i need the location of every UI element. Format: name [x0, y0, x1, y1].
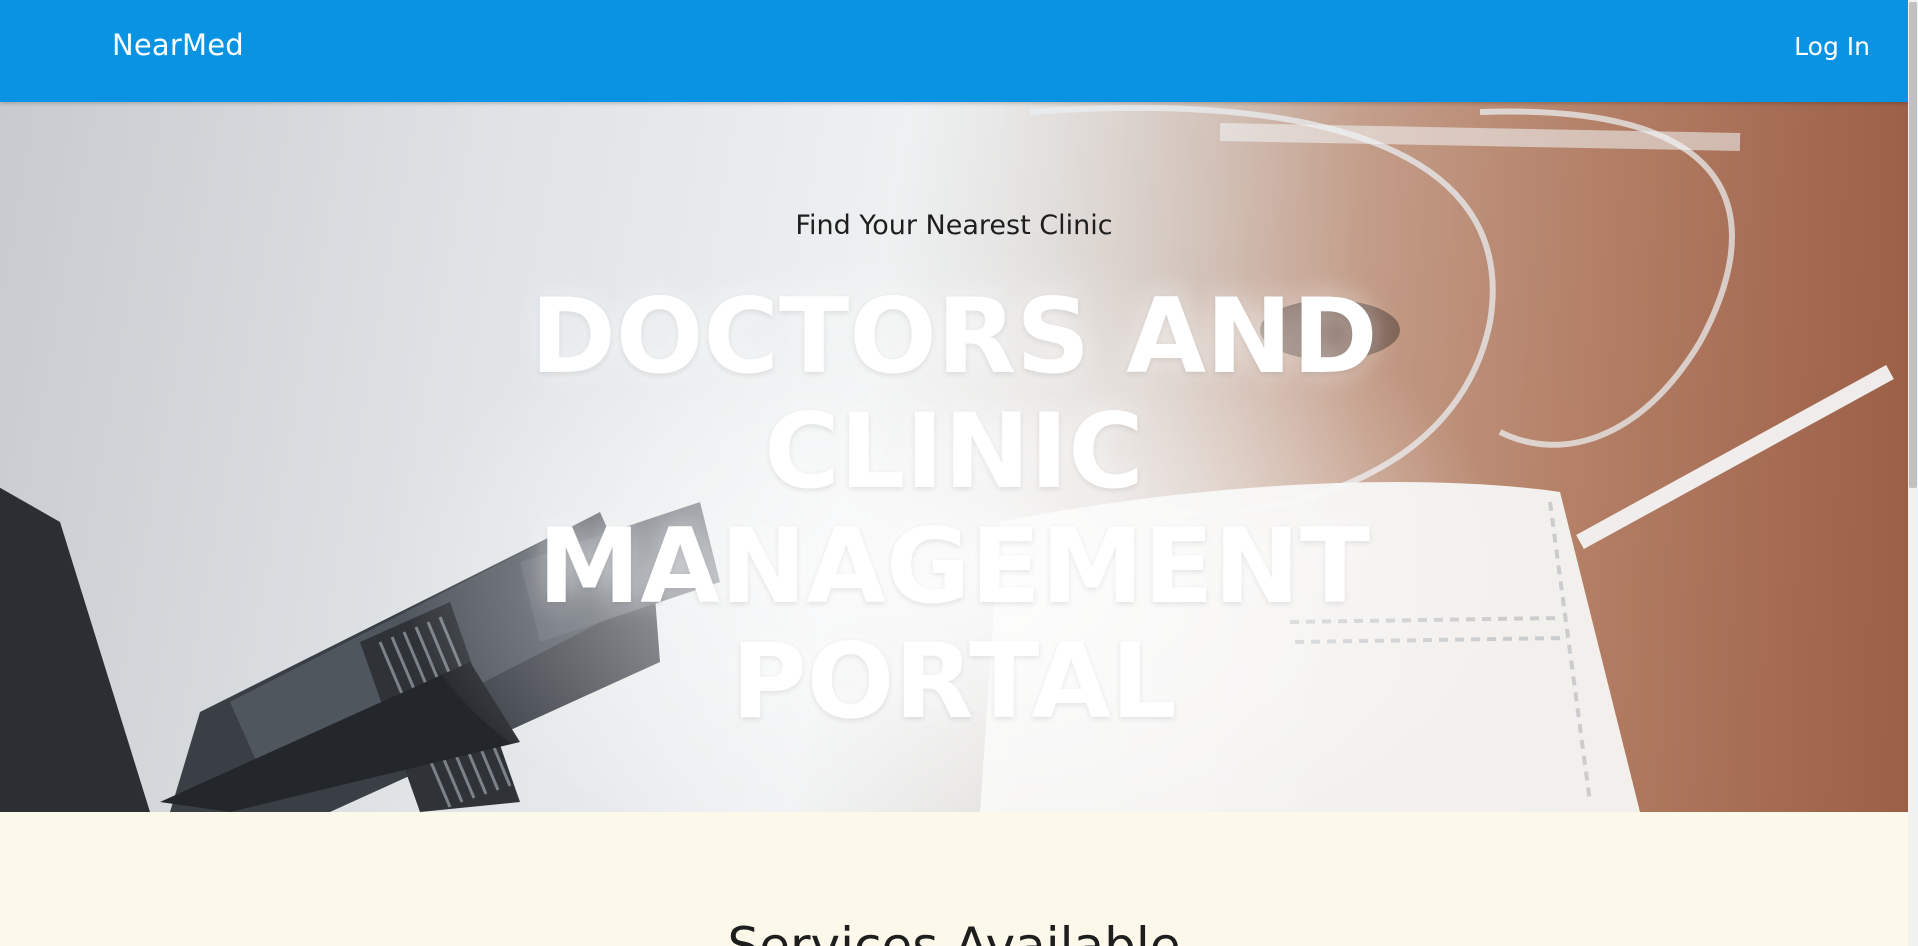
hero-content: Find Your Nearest Clinic DOCTORS AND CLI… [0, 102, 1908, 812]
services-section: Services Available [0, 812, 1908, 946]
hero-title: DOCTORS AND CLINIC MANAGEMENT PORTAL [530, 277, 1378, 742]
vertical-scrollbar[interactable] [1908, 0, 1918, 946]
brand-logo[interactable]: NearMed [112, 28, 244, 62]
scrollbar-thumb[interactable] [1909, 2, 1917, 488]
hero-banner: Find Your Nearest Clinic DOCTORS AND CLI… [0, 102, 1908, 812]
services-heading: Services Available [727, 917, 1181, 946]
login-link[interactable]: Log In [1794, 32, 1870, 61]
hero-subtitle: Find Your Nearest Clinic [795, 210, 1113, 241]
navbar: NearMed Log In [0, 0, 1908, 102]
page: NearMed Log In Find Your Nearest Clinic … [0, 0, 1918, 946]
